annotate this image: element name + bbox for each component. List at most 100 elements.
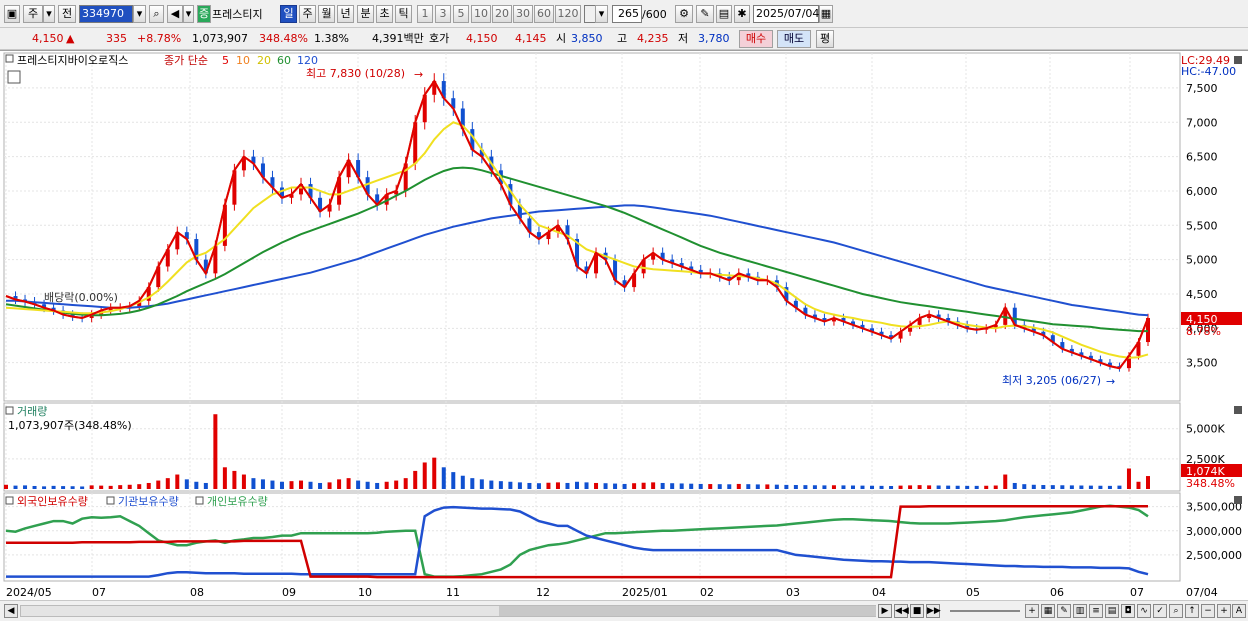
volume-bar	[517, 482, 522, 489]
list-icon[interactable]: ≡	[1089, 604, 1103, 618]
window-icon[interactable]: ▣	[4, 5, 20, 23]
sell-button[interactable]: 매도	[777, 30, 811, 48]
min-5[interactable]: 5	[453, 5, 469, 23]
price-close-icon[interactable]	[1234, 56, 1242, 64]
volume-bar	[679, 483, 684, 489]
volume-bar	[403, 478, 408, 489]
trade-amount: 4,391백만	[372, 32, 424, 45]
volume-ratio: 348.48%	[259, 32, 308, 45]
chart-svg[interactable]: 7,5007,0006,5006,0005,5005,0004,5004,000…	[0, 51, 1248, 604]
check-icon[interactable]: ✓	[1153, 604, 1167, 618]
period-year[interactable]: 년	[337, 5, 354, 23]
min-120[interactable]: 120	[555, 5, 581, 23]
zoom-in-icon[interactable]: +	[1025, 604, 1039, 618]
grid-icon[interactable]: ▦	[1041, 604, 1055, 618]
stop-icon[interactable]: ■	[910, 604, 924, 618]
period-day[interactable]: 일	[280, 5, 297, 23]
plus-icon[interactable]: +	[1217, 604, 1231, 618]
custom-dropdown-icon[interactable]: ▾	[595, 5, 608, 23]
grid-toggle-icon[interactable]	[7, 70, 21, 84]
period-minute[interactable]: 분	[357, 5, 374, 23]
volume-bar	[184, 479, 189, 489]
open-price: 3,850	[571, 32, 603, 45]
turnover: 1.38%	[314, 32, 349, 45]
lock-icon[interactable]: ◘	[1121, 604, 1135, 618]
volume-bar	[156, 480, 161, 489]
volume-bar	[232, 470, 237, 489]
bars-icon[interactable]: ▥	[1073, 604, 1087, 618]
volume-bar	[13, 485, 18, 489]
buy-button[interactable]: 매수	[739, 30, 773, 48]
hc-value: HC:-47.00	[1181, 65, 1236, 78]
draw-icon[interactable]: ✎	[696, 5, 714, 23]
period-second[interactable]: 초	[376, 5, 393, 23]
horizontal-scrollbar[interactable]	[20, 605, 876, 617]
min-60[interactable]: 60	[534, 5, 554, 23]
volume-bar	[1003, 474, 1008, 489]
minus-icon[interactable]: −	[1201, 604, 1215, 618]
calendar-icon[interactable]: ▦	[819, 5, 833, 23]
price-tick-label: 7,000	[1186, 116, 1218, 129]
time-tick-label: 11	[446, 586, 460, 599]
chevron-down-icon[interactable]: ▾	[43, 5, 55, 23]
gear-icon[interactable]: ✱	[734, 5, 750, 23]
volume-bar	[441, 467, 446, 489]
eval-button[interactable]: 평	[816, 30, 834, 48]
scroll-left-icon[interactable]: ◀	[4, 604, 18, 618]
period-tick[interactable]: 틱	[395, 5, 412, 23]
min-20[interactable]: 20	[492, 5, 512, 23]
volume-bar	[850, 485, 855, 489]
speaker-dropdown-icon[interactable]: ▾	[183, 5, 194, 23]
period-week[interactable]: 주	[299, 5, 316, 23]
zoom-slider[interactable]	[950, 610, 1020, 612]
min-10[interactable]: 10	[471, 5, 491, 23]
min-30[interactable]: 30	[513, 5, 533, 23]
volume-bar	[308, 481, 313, 489]
wave-icon[interactable]: ∿	[1137, 604, 1151, 618]
table-icon[interactable]: ▤	[1105, 604, 1119, 618]
search-icon[interactable]: ⌕	[149, 5, 164, 23]
type-select[interactable]: 주	[23, 5, 43, 23]
save-icon[interactable]: ▤	[716, 5, 732, 23]
price-tick-label: 7,500	[1186, 82, 1218, 95]
volume-bar	[1050, 485, 1055, 489]
chart-area[interactable]: 7,500 7,000 6,500 6,000 5,500 5,000 4,500 4,000…	[0, 50, 1248, 603]
price-tick-label: 6,500	[1186, 151, 1218, 164]
period-month[interactable]: 월	[318, 5, 335, 23]
code-dropdown-icon[interactable]: ▾	[133, 5, 146, 23]
low-annotation: 최저 3,205 (06/27)	[1002, 374, 1101, 387]
date-input[interactable]: 2025/07/04	[753, 5, 819, 23]
volume-bar	[356, 480, 361, 489]
hold-close-icon[interactable]	[1234, 496, 1242, 504]
volume-bar	[32, 485, 37, 489]
scroll-right-icon[interactable]: ▶	[878, 604, 892, 618]
tool-icon[interactable]: ✎	[1057, 604, 1071, 618]
legend-ma120: 120	[297, 54, 318, 67]
min-1[interactable]: 1	[417, 5, 433, 23]
volume-bar	[917, 485, 922, 489]
volume-bar	[879, 485, 884, 489]
volume-bar	[1088, 485, 1093, 489]
volume-bar	[565, 482, 570, 489]
forward-icon[interactable]: ▶▶	[926, 604, 941, 618]
vol-close-icon[interactable]	[1234, 406, 1242, 414]
speaker-icon[interactable]: ◀	[167, 5, 183, 23]
arrow-up-icon[interactable]: ↑	[1185, 604, 1199, 618]
price-tick-label: 3,500	[1186, 357, 1218, 370]
volume-bar	[936, 485, 941, 489]
font-icon[interactable]: A	[1232, 604, 1246, 618]
volume-bar	[479, 479, 484, 489]
volume-bar	[908, 485, 913, 489]
magnifier-icon[interactable]: ⌕	[1169, 604, 1183, 618]
volume-bar	[784, 484, 789, 489]
volume-bar	[146, 482, 151, 489]
scroll-thumb[interactable]	[499, 606, 876, 616]
count-input[interactable]: 265	[612, 5, 642, 23]
rewind-icon[interactable]: ◀◀	[894, 604, 909, 618]
price-tick-label: 5,000	[1186, 254, 1218, 267]
prev-button[interactable]: 전	[58, 5, 76, 23]
indicator-icon[interactable]: ⚙	[675, 5, 693, 23]
min-3[interactable]: 3	[435, 5, 451, 23]
volume-bar	[594, 482, 599, 489]
code-input[interactable]: 334970	[79, 5, 133, 23]
